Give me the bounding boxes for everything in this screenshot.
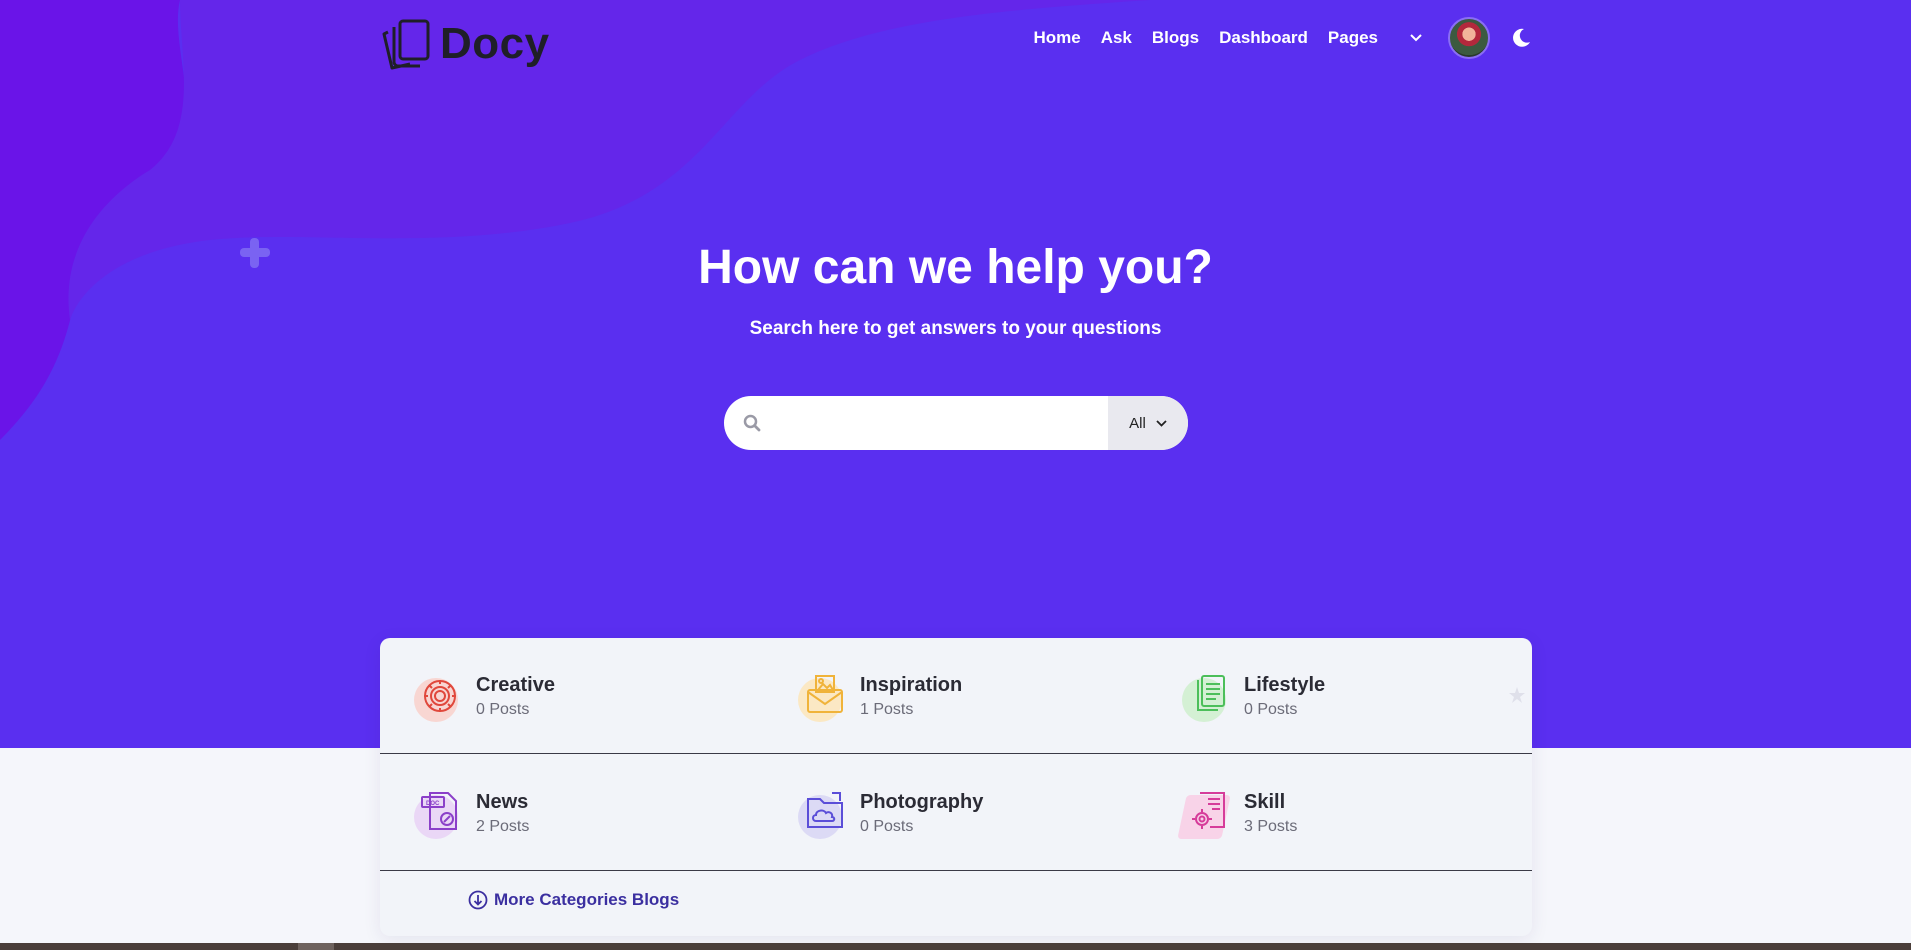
hero-background-shape bbox=[0, 0, 1150, 440]
moon-icon[interactable] bbox=[1510, 27, 1532, 49]
category-row: DOC News 2 Posts Photography 0 Posts Ski… bbox=[380, 755, 1532, 871]
page-title: How can we help you? bbox=[698, 241, 1213, 294]
chevron-down-icon bbox=[1156, 419, 1167, 427]
category-name: Lifestyle bbox=[1244, 673, 1326, 696]
category-creative[interactable]: Creative 0 Posts bbox=[412, 668, 555, 724]
category-inspiration[interactable]: Inspiration 1 Posts bbox=[796, 668, 962, 724]
navbar: Docy Home Ask Blogs Dashboard Pages bbox=[380, 14, 1532, 70]
category-lifestyle[interactable]: Lifestyle 0 Posts bbox=[1180, 668, 1325, 724]
nav-pages[interactable]: Pages bbox=[1328, 28, 1378, 48]
category-count: 3 Posts bbox=[1244, 817, 1298, 835]
settings-document-icon bbox=[1177, 785, 1236, 841]
category-skill[interactable]: Skill 3 Posts bbox=[1177, 785, 1298, 841]
arrow-down-circle-icon bbox=[468, 890, 488, 910]
cloud-folder-icon bbox=[796, 785, 852, 841]
categories-panel: Creative 0 Posts Inspiration 1 Posts Lif… bbox=[380, 638, 1532, 936]
nav-menu: Home Ask Blogs Dashboard Pages bbox=[1033, 14, 1532, 62]
docs-logo-icon bbox=[382, 19, 430, 70]
nav-dashboard[interactable]: Dashboard bbox=[1219, 28, 1308, 48]
category-photography[interactable]: Photography 0 Posts bbox=[796, 785, 983, 841]
doc-file-icon: DOC bbox=[412, 785, 468, 841]
category-name: Creative bbox=[476, 673, 555, 696]
category-name: Skill bbox=[1244, 790, 1286, 813]
category-count: 1 Posts bbox=[860, 700, 914, 718]
category-count: 0 Posts bbox=[476, 700, 530, 718]
documents-icon bbox=[1180, 668, 1236, 724]
category-name: News bbox=[476, 790, 529, 813]
star-decoration-icon bbox=[1509, 687, 1525, 703]
more-categories-link[interactable]: More Categories Blogs bbox=[468, 890, 679, 910]
chevron-down-icon[interactable] bbox=[1408, 30, 1424, 46]
bottom-strip bbox=[0, 943, 1911, 950]
search-icon bbox=[724, 396, 780, 450]
gear-icon bbox=[412, 668, 468, 724]
avatar[interactable] bbox=[1448, 17, 1490, 59]
brand-name: Docy bbox=[440, 19, 550, 68]
brand-logo[interactable]: Docy bbox=[380, 18, 550, 70]
envelope-image-icon bbox=[796, 668, 852, 724]
search-input[interactable] bbox=[780, 396, 1108, 450]
hero-banner: Docy Home Ask Blogs Dashboard Pages How … bbox=[0, 0, 1911, 748]
category-count: 0 Posts bbox=[860, 817, 914, 835]
page-subtitle: Search here to get answers to your quest… bbox=[749, 318, 1162, 339]
search-filter-select[interactable]: All bbox=[1108, 396, 1188, 450]
category-name: Photography bbox=[860, 790, 984, 813]
search-bar: All bbox=[724, 396, 1188, 450]
category-count: 2 Posts bbox=[476, 817, 530, 835]
svg-text:DOC: DOC bbox=[426, 801, 440, 807]
nav-home[interactable]: Home bbox=[1033, 28, 1080, 48]
more-categories-label: More Categories Blogs bbox=[494, 890, 680, 909]
nav-blogs[interactable]: Blogs bbox=[1152, 28, 1199, 48]
category-count: 0 Posts bbox=[1244, 700, 1298, 718]
search-filter-value: All bbox=[1129, 414, 1146, 432]
category-news[interactable]: DOC News 2 Posts bbox=[412, 785, 529, 841]
nav-ask[interactable]: Ask bbox=[1101, 28, 1132, 48]
category-name: Inspiration bbox=[860, 673, 963, 696]
category-row: Creative 0 Posts Inspiration 1 Posts Lif… bbox=[380, 638, 1532, 754]
